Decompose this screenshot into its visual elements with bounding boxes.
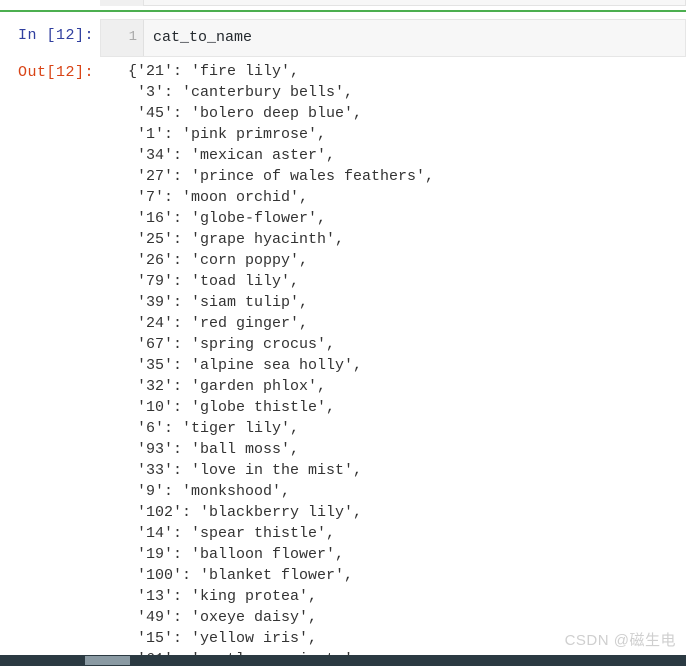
- input-prompt-label: In [12]:: [17, 27, 94, 44]
- output-line: '35': 'alpine sea holly',: [128, 357, 363, 374]
- output-line: '25': 'grape hyacinth',: [128, 231, 345, 248]
- output-line: '45': 'bolero deep blue',: [128, 105, 363, 122]
- input-cell[interactable]: In [12]: 1 cat_to_name: [0, 18, 686, 58]
- output-line: '26': 'corn poppy',: [128, 252, 309, 269]
- output-text-area: {'21': 'fire lily', '3': 'canterbury bel…: [128, 61, 684, 655]
- output-line: '9': 'monkshood',: [128, 483, 291, 500]
- output-line: '1': 'pink primrose',: [128, 126, 327, 143]
- output-prompt-label: Out[12]:: [17, 64, 94, 81]
- output-line: {'21': 'fire lily',: [128, 63, 300, 80]
- code-gutter: 1: [101, 20, 144, 56]
- output-line: '39': 'siam tulip',: [128, 294, 309, 311]
- horizontal-scrollbar[interactable]: [0, 655, 686, 666]
- output-line: '3': 'canterbury bells',: [128, 84, 354, 101]
- output-line: '27': 'prince of wales feathers',: [128, 168, 435, 185]
- output-line: '34': 'mexican aster',: [128, 147, 336, 164]
- previous-cell-fragment: [0, 0, 686, 10]
- watermark-text: CSDN @磁生电: [564, 632, 676, 649]
- output-line: '19': 'balloon flower',: [128, 546, 345, 563]
- output-line: '32': 'garden phlox',: [128, 378, 327, 395]
- output-line: '102': 'blackberry lily',: [128, 504, 363, 521]
- output-line: '7': 'moon orchid',: [128, 189, 309, 206]
- code-editor-area[interactable]: 1 cat_to_name: [100, 19, 686, 57]
- output-line: '49': 'oxeye daisy',: [128, 609, 318, 626]
- horizontal-scrollbar-thumb[interactable]: [85, 656, 130, 665]
- output-line: '14': 'spear thistle',: [128, 525, 336, 542]
- output-line: '10': 'globe thistle',: [128, 399, 336, 416]
- output-line: '67': 'spring crocus',: [128, 336, 336, 353]
- output-line: '93': 'ball moss',: [128, 441, 300, 458]
- previous-cell-gutter: [100, 0, 144, 6]
- previous-cell-input-area[interactable]: [100, 0, 686, 6]
- output-line: '6': 'tiger lily',: [128, 420, 300, 437]
- code-line-number: 1: [128, 29, 137, 45]
- output-line: '100': 'blanket flower',: [128, 567, 354, 584]
- output-line: '24': 'red ginger',: [128, 315, 309, 332]
- output-line: '13': 'king protea',: [128, 588, 318, 605]
- output-line: '16': 'globe-flower',: [128, 210, 327, 227]
- output-line: '33': 'love in the mist',: [128, 462, 363, 479]
- code-text[interactable]: cat_to_name: [153, 29, 252, 46]
- output-line: '79': 'toad lily',: [128, 273, 300, 290]
